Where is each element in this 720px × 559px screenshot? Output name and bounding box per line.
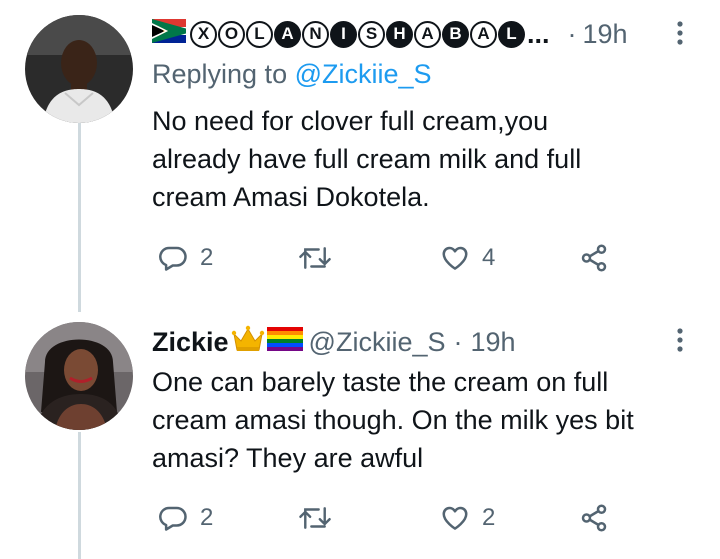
retweet-button[interactable] [298, 503, 344, 533]
tweet-text: No need for clover full cream,you alread… [152, 102, 581, 216]
like-icon [442, 246, 468, 270]
like-count: 4 [482, 244, 496, 271]
thread-line-bottom [78, 432, 81, 559]
name-letter: A [470, 20, 497, 48]
name-ellipsis: ... [527, 18, 550, 49]
user-handle[interactable]: @Zickiie_S [309, 327, 446, 358]
tweet-header: X O L A N I S H A B A L ... · 19h [152, 17, 628, 51]
display-name[interactable]: X O L A N I S H A B A L ... [190, 19, 550, 50]
retweet-button[interactable] [298, 243, 344, 273]
like-count: 2 [482, 504, 496, 531]
timestamp[interactable]: 19h [583, 19, 628, 50]
reply-button[interactable]: 2 [158, 503, 213, 533]
replying-to-label: Replying to [152, 59, 295, 89]
tweet-text: One can barely taste the cream on full c… [152, 363, 634, 477]
name-letter: L [246, 20, 273, 48]
rainbow-flag-icon [266, 326, 303, 358]
name-letter: S [358, 20, 385, 48]
avatar-image [25, 322, 133, 430]
more-options-icon[interactable] [675, 327, 685, 358]
tweet-text-line: amasi? They are awful [152, 443, 424, 473]
avatar[interactable] [25, 15, 133, 123]
name-letter: A [274, 20, 301, 48]
name-letter: N [302, 20, 329, 48]
share-icon [581, 504, 607, 532]
more-options-icon[interactable] [675, 20, 685, 51]
share-icon [581, 244, 607, 272]
reply-count: 2 [200, 244, 214, 271]
tweet-text-line: already have full cream milk and full [152, 144, 582, 174]
timestamp[interactable]: 19h [471, 327, 516, 358]
retweet-icon [299, 507, 331, 529]
reply-icon [159, 506, 187, 531]
name-letter: L [498, 20, 525, 48]
thread-line-top [78, 122, 81, 312]
share-button[interactable] [579, 503, 609, 533]
reply-count: 2 [200, 504, 214, 531]
name-letter: O [218, 20, 245, 48]
like-icon [442, 506, 468, 530]
name-letter: H [386, 20, 413, 48]
like-button[interactable]: 2 [440, 503, 495, 533]
crown-icon [231, 325, 265, 360]
replying-to: Replying to @Zickiie_S [152, 59, 432, 90]
separator-dot: · [567, 18, 577, 49]
replying-to-handle-link[interactable]: @Zickiie_S [295, 59, 432, 89]
avatar-image [25, 15, 133, 123]
separator-dot: · [453, 326, 463, 357]
reply-button[interactable]: 2 [158, 243, 213, 273]
name-letter: B [442, 20, 469, 48]
tweet-text-line: One can barely taste the cream on full [152, 367, 609, 397]
share-button[interactable] [579, 243, 609, 273]
tweet-text-line: No need for clover full cream,you [152, 106, 549, 136]
like-button[interactable]: 4 [440, 243, 495, 273]
name-letter: A [414, 20, 441, 48]
tweet-text-line: cream Amasi Dokotela. [152, 182, 430, 212]
tweet-header: Zickie @Zickiie_S · 19h [152, 325, 516, 359]
south-africa-flag-icon [152, 18, 186, 50]
name-letter: I [330, 20, 357, 48]
name-letter: X [190, 20, 217, 48]
tweet-text-line: cream amasi though. On the milk yes bit [152, 405, 634, 435]
avatar[interactable] [25, 322, 133, 430]
display-name[interactable]: Zickie [152, 327, 229, 358]
retweet-icon [299, 247, 331, 269]
reply-icon [159, 246, 187, 271]
